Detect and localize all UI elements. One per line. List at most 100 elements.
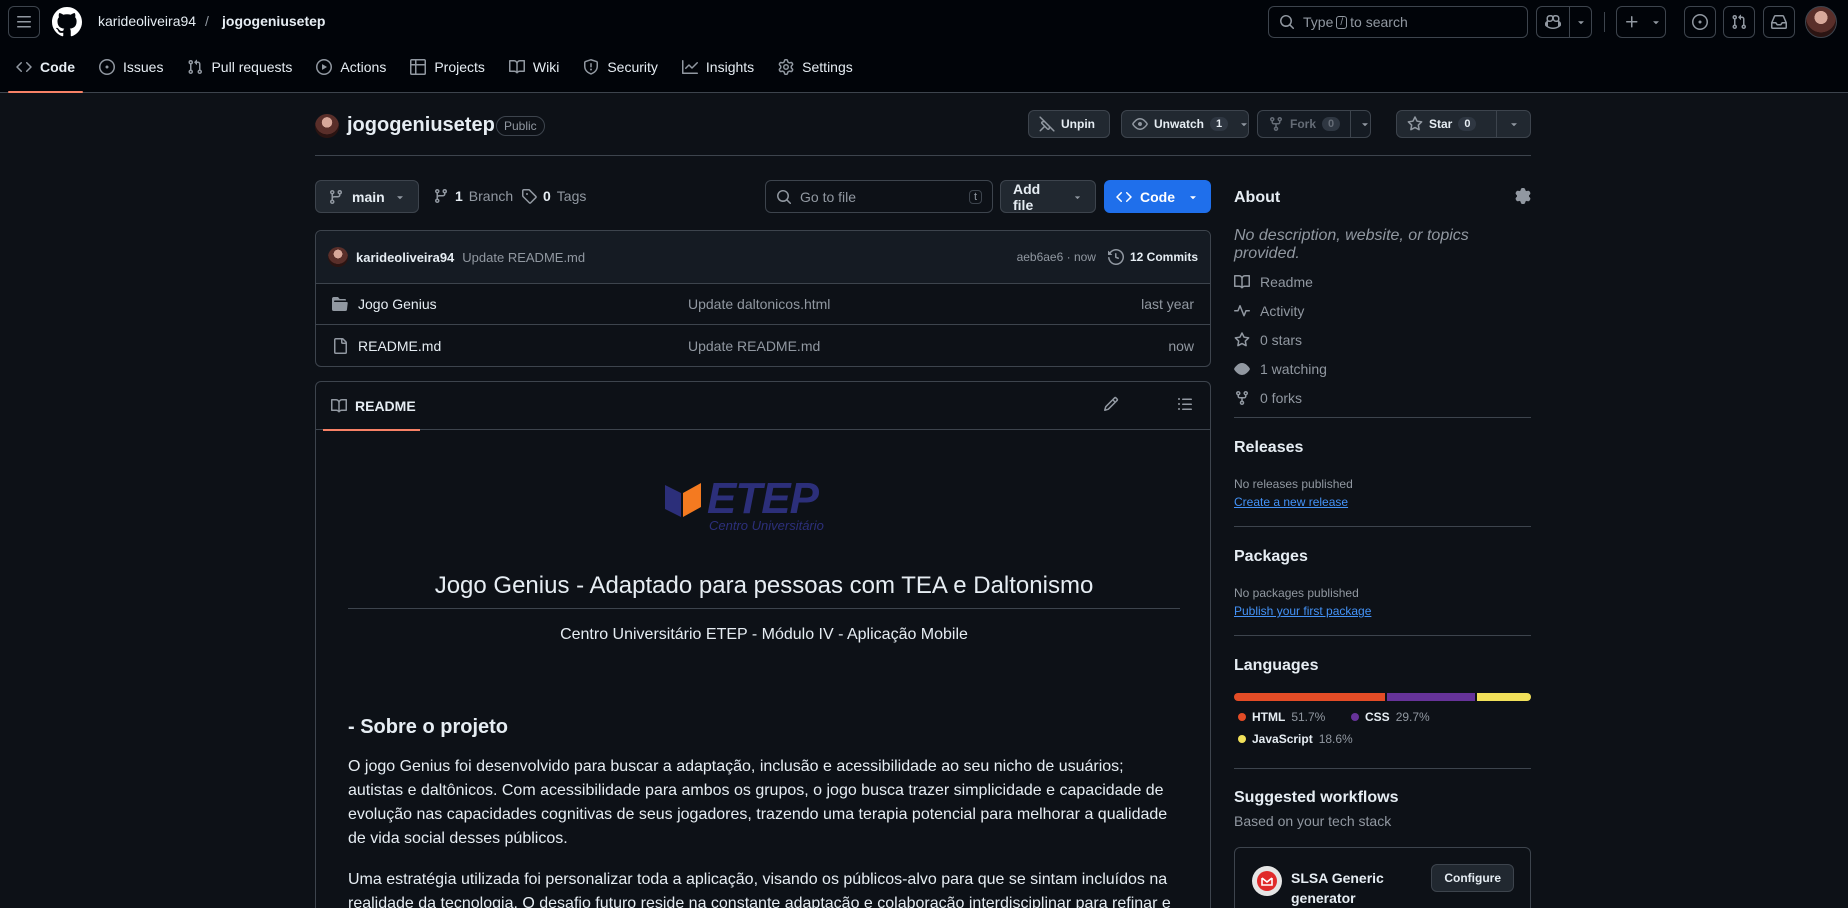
edit-readme-button[interactable] [1103, 396, 1119, 412]
tab-label: Security [607, 58, 658, 75]
file-name[interactable]: README.md [358, 338, 688, 354]
table-icon [410, 58, 427, 75]
table-row[interactable]: Jogo Genius Update daltonicos.html last … [316, 284, 1210, 325]
go-to-file-input[interactable]: Go to file t [765, 180, 993, 213]
tab-label: Actions [340, 58, 387, 75]
workflow-card: SLSA Generic generator Configure [1234, 847, 1531, 908]
plus-icon[interactable] [1617, 7, 1647, 37]
packages-heading[interactable]: Packages [1234, 548, 1308, 566]
fork-icon [1236, 390, 1248, 405]
issues-button[interactable] [1684, 6, 1716, 38]
tab-insights[interactable]: Insights [674, 50, 762, 83]
language-item-html[interactable]: HTML 51.7% [1238, 710, 1325, 724]
readme-subtitle: Centro Universitário ETEP - Módulo IV - … [560, 626, 968, 643]
add-file-button[interactable]: Add file [1000, 180, 1096, 213]
language-item-css[interactable]: CSS 29.7% [1351, 710, 1430, 724]
menu-button[interactable] [8, 6, 40, 38]
tab-label: Pull requests [211, 58, 293, 75]
workflows-subtitle: Based on your tech stack [1234, 813, 1392, 829]
book-icon [508, 59, 525, 73]
commits-history-link[interactable]: 12 Commits [1107, 249, 1198, 265]
issue-opened-icon [1692, 14, 1708, 30]
inbox-button[interactable] [1763, 6, 1795, 38]
readme-tab[interactable]: README [323, 382, 420, 431]
configure-button[interactable]: Configure [1431, 864, 1514, 892]
pencil-icon [1103, 396, 1119, 412]
tab-projects[interactable]: Projects [402, 50, 493, 83]
git-branch-icon [434, 189, 447, 204]
tab-security[interactable]: Security [575, 50, 666, 83]
readme-link[interactable]: Readme [1234, 267, 1327, 296]
copilot-dropdown[interactable] [1569, 7, 1591, 37]
file-name[interactable]: Jogo Genius [358, 296, 688, 312]
star-main[interactable]: Star 0 [1397, 111, 1496, 137]
gear-icon [1515, 188, 1531, 204]
forks-link-label: 0 forks [1260, 389, 1303, 406]
github-logo-icon[interactable] [52, 7, 82, 37]
commit-author-avatar[interactable] [328, 247, 348, 267]
tab-actions[interactable]: Actions [308, 50, 394, 83]
star-dropdown[interactable] [1496, 111, 1530, 137]
commit-author[interactable]: karideoliveira94 [356, 250, 454, 265]
unwatch-main[interactable]: Unwatch 1 [1122, 111, 1238, 137]
create-release-link[interactable]: Create a new release [1234, 495, 1348, 509]
search-input[interactable]: Type / to search [1268, 6, 1528, 38]
table-row[interactable]: README.md Update README.md now [316, 325, 1210, 366]
etep-logo: ETEP Centro Universitário [663, 474, 824, 533]
tab-pull-requests[interactable]: Pull requests [179, 50, 300, 83]
language-percent: 51.7% [1291, 710, 1326, 724]
breadcrumb-repo[interactable]: jogogeniusetep [222, 13, 325, 29]
forks-link[interactable]: 0 forks [1234, 383, 1327, 412]
about-heading: About [1234, 189, 1281, 206]
pull-requests-button[interactable] [1723, 6, 1755, 38]
file-commit-message[interactable]: Update README.md [688, 338, 1168, 354]
file-browser: karideoliveira94 Update README.md aeb6ae… [315, 230, 1211, 367]
copilot-icon[interactable] [1537, 7, 1569, 37]
file-commit-message[interactable]: Update daltonicos.html [688, 296, 1141, 312]
commit-hash-time[interactable]: aeb6ae6 · now [1017, 250, 1096, 264]
edit-about-button[interactable] [1515, 188, 1531, 204]
pull-request-icon [188, 59, 203, 74]
language-item-javascript[interactable]: JavaScript 18.6% [1238, 732, 1353, 746]
create-dropdown[interactable] [1647, 7, 1665, 37]
user-avatar[interactable] [1805, 6, 1837, 38]
language-dot [1238, 735, 1246, 743]
outline-button[interactable] [1177, 396, 1193, 412]
activity-link[interactable]: Activity [1234, 296, 1327, 325]
fork-button[interactable]: Fork 0 [1257, 110, 1371, 138]
code-icon [16, 61, 32, 72]
repo-name[interactable]: jogogeniusetep [347, 114, 495, 137]
commit-message[interactable]: Update README.md [462, 250, 585, 265]
repo-forked-icon [1270, 117, 1282, 132]
publish-package-link[interactable]: Publish your first package [1234, 604, 1371, 618]
tab-wiki[interactable]: Wiki [501, 50, 567, 83]
tags-link[interactable]: 0 Tags [521, 188, 586, 204]
stars-link-label: 0 stars [1260, 331, 1303, 348]
tab-label: Issues [123, 58, 164, 75]
branch-selector[interactable]: main [315, 180, 419, 213]
copilot-button[interactable] [1536, 6, 1592, 38]
tag-count-label: Tags [556, 188, 587, 204]
create-new-button[interactable] [1616, 6, 1666, 38]
releases-heading[interactable]: Releases [1234, 439, 1303, 457]
unpin-button[interactable]: Unpin [1028, 110, 1110, 138]
fork-main[interactable]: Fork 0 [1258, 111, 1350, 137]
fork-dropdown[interactable] [1350, 111, 1379, 137]
watchers-link[interactable]: 1 watching [1234, 354, 1327, 383]
tab-issues[interactable]: Issues [91, 50, 171, 83]
go-to-file-placeholder: Go to file [800, 188, 857, 205]
language-percent: 18.6% [1318, 732, 1353, 746]
branches-link[interactable]: 1 Branch [433, 188, 513, 204]
code-dropdown-button[interactable]: Code [1104, 180, 1211, 213]
unwatch-dropdown[interactable] [1238, 111, 1258, 137]
play-icon [316, 58, 333, 75]
tab-settings[interactable]: Settings [770, 50, 861, 83]
activity-link-label: Activity [1260, 302, 1305, 319]
file-date: now [1168, 337, 1194, 354]
tab-code[interactable]: Code [8, 50, 83, 93]
repo-owner-avatar[interactable] [315, 114, 339, 138]
breadcrumb-owner[interactable]: karideoliveira94 [98, 13, 196, 29]
star-button[interactable]: Star 0 [1396, 110, 1531, 138]
unwatch-button[interactable]: Unwatch 1 [1121, 110, 1249, 138]
stars-link[interactable]: 0 stars [1234, 325, 1327, 354]
